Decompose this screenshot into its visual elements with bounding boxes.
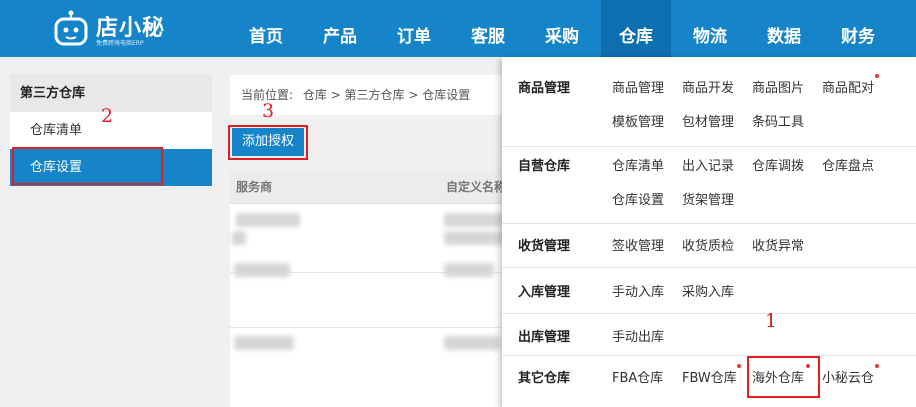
menu-link-template-manage[interactable]: 模板管理	[612, 111, 664, 130]
menu-group-title: 其它仓库	[518, 371, 571, 386]
blurred-cell	[232, 231, 246, 245]
nav-logistics[interactable]: 物流	[680, 0, 740, 57]
annotation-box-add-authorization	[228, 125, 308, 160]
menu-group-own-warehouse: 自营仓库 仓库清单 出入记录 仓库调拨 仓库盘点 仓库设置 货架管理	[502, 147, 916, 224]
menu-link-barcode-tool[interactable]: 条码工具	[752, 111, 804, 130]
nav-purchasing[interactable]: 采购	[532, 0, 592, 57]
menu-link-receive-exception[interactable]: 收货异常	[752, 235, 804, 254]
menu-link-warehouse-list[interactable]: 仓库清单	[612, 155, 664, 174]
annotation-box-overseas-warehouse	[747, 356, 820, 398]
table-row[interactable]	[230, 327, 520, 407]
nav-finance[interactable]: 财务	[828, 0, 888, 57]
menu-link-goods-pairing[interactable]: 商品配对	[822, 77, 874, 96]
menu-group-outbound: 出库管理 手动出库	[502, 314, 916, 356]
menu-group-inbound: 入库管理 手动入库 采购入库	[502, 268, 916, 314]
column-header-custom-name: 自定义名称	[446, 180, 507, 194]
annotation-number-3: 3	[262, 100, 275, 122]
annotation-number-2: 2	[101, 105, 114, 127]
blurred-cell	[236, 213, 300, 227]
menu-link-receive-qc[interactable]: 收货质检	[682, 235, 734, 254]
brand-logo[interactable]: 店小秘 免费跨境电商ERP	[52, 8, 182, 50]
menu-group-title: 出库管理	[518, 330, 571, 345]
menu-link-packaging-manage[interactable]: 包材管理	[682, 111, 734, 130]
menu-link-fbw-warehouse[interactable]: FBW仓库	[682, 367, 737, 386]
nav-customer-service[interactable]: 客服	[458, 0, 518, 57]
blurred-cell	[444, 336, 500, 350]
nav-orders[interactable]: 订单	[384, 0, 444, 57]
menu-group-title: 自营仓库	[518, 159, 571, 174]
new-badge-dot	[875, 74, 879, 78]
table-header: 服务商 自定义名称	[230, 170, 520, 204]
nav-products[interactable]: 产品	[310, 0, 370, 57]
nav-warehouse[interactable]: 仓库	[601, 0, 671, 57]
menu-link-manual-inbound[interactable]: 手动入库	[612, 281, 664, 300]
robot-logo-icon	[54, 10, 88, 46]
menu-link-fba-warehouse[interactable]: FBA仓库	[612, 367, 663, 386]
warehouse-dropdown-menu: 商品管理 商品管理 商品开发 商品图片 商品配对 模板管理 包材管理 条码工具 …	[502, 57, 916, 407]
menu-group-title: 商品管理	[518, 81, 571, 96]
provider-table: 服务商 自定义名称	[230, 170, 520, 407]
new-badge-dot	[737, 364, 741, 368]
breadcrumb-path: 仓库 > 第三方仓库 > 仓库设置	[302, 88, 471, 102]
menu-link-warehouse-stocktake[interactable]: 仓库盘点	[822, 155, 874, 174]
nav-home[interactable]: 首页	[236, 0, 296, 57]
column-header-provider: 服务商	[236, 180, 273, 194]
menu-link-inout-records[interactable]: 出入记录	[682, 155, 734, 174]
annotation-box-warehouse-settings	[12, 147, 163, 185]
menu-group-other-warehouse: 其它仓库 FBA仓库 FBW仓库 海外仓库 小秘云仓	[502, 356, 916, 407]
blurred-cell	[234, 336, 294, 350]
brand-tagline: 免费跨境电商ERP	[96, 40, 144, 47]
menu-group-title: 收货管理	[518, 239, 571, 254]
menu-link-goods-manage[interactable]: 商品管理	[612, 77, 664, 96]
blurred-cell	[444, 231, 504, 245]
top-navigation-bar: 店小秘 免费跨境电商ERP 首页 产品 订单 客服 采购 仓库 物流 数据 财务	[0, 0, 916, 57]
table-row[interactable]	[230, 253, 520, 323]
blurred-cell	[444, 213, 504, 227]
nav-data[interactable]: 数据	[754, 0, 814, 57]
blurred-cell	[444, 263, 494, 277]
menu-link-manual-outbound[interactable]: 手动出库	[612, 326, 664, 345]
menu-group-goods: 商品管理 商品管理 商品开发 商品图片 商品配对 模板管理 包材管理 条码工具	[502, 57, 916, 147]
menu-link-xiaomi-cloud-warehouse[interactable]: 小秘云仓	[822, 367, 874, 386]
menu-link-sign-manage[interactable]: 签收管理	[612, 235, 664, 254]
menu-link-warehouse-settings[interactable]: 仓库设置	[612, 189, 664, 208]
menu-link-goods-develop[interactable]: 商品开发	[682, 77, 734, 96]
menu-group-receiving: 收货管理 签收管理 收货质检 收货异常	[502, 224, 916, 268]
menu-link-goods-images[interactable]: 商品图片	[752, 77, 804, 96]
blurred-cell	[234, 263, 290, 277]
menu-group-title: 入库管理	[518, 285, 571, 300]
new-badge-dot	[875, 364, 879, 368]
annotation-number-1: 1	[765, 310, 778, 332]
menu-link-warehouse-transfer[interactable]: 仓库调拨	[752, 155, 804, 174]
menu-link-shelf-manage[interactable]: 货架管理	[682, 189, 734, 208]
menu-link-purchase-inbound[interactable]: 采购入库	[682, 281, 734, 300]
